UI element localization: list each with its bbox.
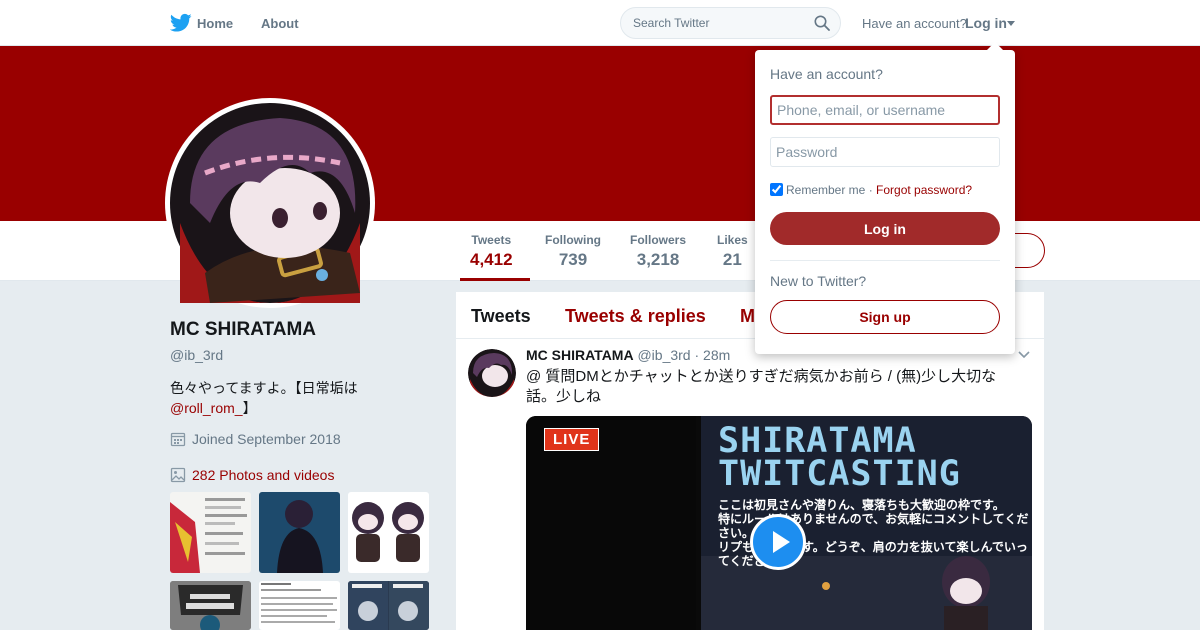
twitter-bird-icon[interactable] (170, 13, 192, 33)
photos-text[interactable]: 282 Photos and videos (192, 467, 334, 483)
tab-tweets[interactable]: Tweets (471, 306, 531, 327)
username-field[interactable] (770, 95, 1000, 125)
bio-text-end: 】 (242, 400, 257, 416)
stat-value: 4,412 (470, 250, 513, 269)
avatar-illustration (468, 349, 516, 397)
profile-joined: Joined September 2018 (170, 431, 341, 447)
stat-likes[interactable]: Likes 21 (717, 233, 748, 270)
nav-about-link[interactable]: About (261, 16, 299, 31)
thumbnail-image (170, 581, 251, 630)
media-thumbnail[interactable] (348, 492, 429, 573)
avatar-illustration (170, 103, 370, 303)
play-button[interactable] (750, 514, 806, 570)
bio-mention-link[interactable]: @roll_rom_ (170, 400, 243, 416)
remember-me-label[interactable]: Remember me (786, 183, 865, 197)
stat-tweets[interactable]: Tweets 4,412 (470, 233, 513, 270)
stat-label: Likes (717, 233, 748, 247)
tweet-header: MC SHIRATAMA @ib_3rd · 28m (526, 347, 730, 363)
media-thumbnail[interactable] (259, 581, 340, 630)
stat-value: 21 (722, 250, 742, 269)
thumbnail-image (352, 502, 424, 562)
active-tab-indicator (460, 278, 530, 281)
stat-value: 3,218 (636, 250, 680, 269)
chevron-down-icon[interactable] (1018, 351, 1030, 359)
tweet-text: @ 質問DMとかチャットとか送りすぎだ病気かお前ら / (無)少し大切な話。少し… (526, 368, 997, 405)
media-title-line2: TWITCASTING (718, 454, 961, 494)
thumbnail-image (348, 581, 429, 630)
separator: · (865, 183, 877, 197)
login-button[interactable]: Log in (770, 212, 1000, 245)
profile-name: MC SHIRATAMA (170, 319, 316, 340)
media-description-line: ここは初見さんや潜りん、寝落ちも大歓迎の枠です。 (718, 498, 1005, 512)
tweet-media-card[interactable]: LIVE SHIRATAMA TWITCASTING ここは初見さんや潜りん、寝… (526, 416, 1032, 630)
stat-following[interactable]: Following 739 (545, 233, 601, 270)
live-badge: LIVE (544, 428, 600, 451)
new-to-twitter-text: New to Twitter? (770, 273, 867, 289)
profile-bio: 色々やってますよ。【日常垢は @roll_rom_】 (170, 378, 380, 418)
have-account-text: Have an account? (862, 16, 967, 31)
profile-handle[interactable]: @ib_3rd (170, 347, 223, 363)
profile-avatar[interactable] (165, 98, 375, 308)
tab-tweets-replies[interactable]: Tweets & replies (565, 306, 706, 327)
chevron-down-icon[interactable] (1007, 21, 1015, 26)
remember-me-checkbox[interactable] (770, 183, 783, 196)
tweet-avatar[interactable] (468, 349, 516, 397)
bio-text: 色々やってますよ。【日常垢は (170, 380, 358, 396)
login-menu-toggle[interactable]: Log in (965, 15, 1007, 31)
stat-value: 739 (558, 250, 588, 269)
password-field[interactable] (770, 137, 1000, 167)
photos-videos-link[interactable]: 282 Photos and videos (170, 467, 334, 483)
top-navigation-bar: Home About Search Twitter Have an accoun… (0, 0, 1200, 46)
thumbnail-image (277, 500, 323, 573)
media-thumbnail[interactable] (259, 492, 340, 573)
login-dropdown: Have an account? Remember me · Forgot pa… (755, 42, 1015, 354)
divider (770, 260, 1000, 261)
stat-label: Followers (630, 233, 687, 247)
joined-text: Joined September 2018 (192, 431, 341, 447)
tweet-author-handle[interactable]: @ib_3rd (637, 347, 690, 363)
image-icon (170, 467, 186, 483)
media-thumbnail[interactable] (170, 492, 251, 573)
remember-row: Remember me · Forgot password? (770, 183, 972, 197)
forgot-password-link[interactable]: Forgot password? (876, 183, 972, 197)
nav-home-link[interactable]: Home (197, 16, 233, 31)
tab-media[interactable]: M (740, 306, 755, 327)
tweet-timestamp[interactable]: · 28m (695, 347, 731, 363)
media-thumbnail[interactable] (170, 581, 251, 630)
search-icon[interactable] (814, 15, 830, 31)
search-input[interactable]: Search Twitter (633, 16, 709, 30)
thumbnail-image (170, 498, 247, 573)
stat-followers[interactable]: Followers 3,218 (630, 233, 686, 270)
media-thumbnail[interactable] (348, 581, 429, 630)
calendar-icon (170, 432, 186, 447)
stat-label: Tweets (471, 233, 512, 247)
thumbnail-image (261, 583, 337, 623)
stat-label: Following (545, 233, 601, 247)
search-box[interactable]: Search Twitter (620, 7, 841, 39)
tweet-author-name[interactable]: MC SHIRATAMA (526, 347, 634, 363)
dropdown-title: Have an account? (770, 66, 883, 82)
signup-button[interactable]: Sign up (770, 300, 1000, 334)
